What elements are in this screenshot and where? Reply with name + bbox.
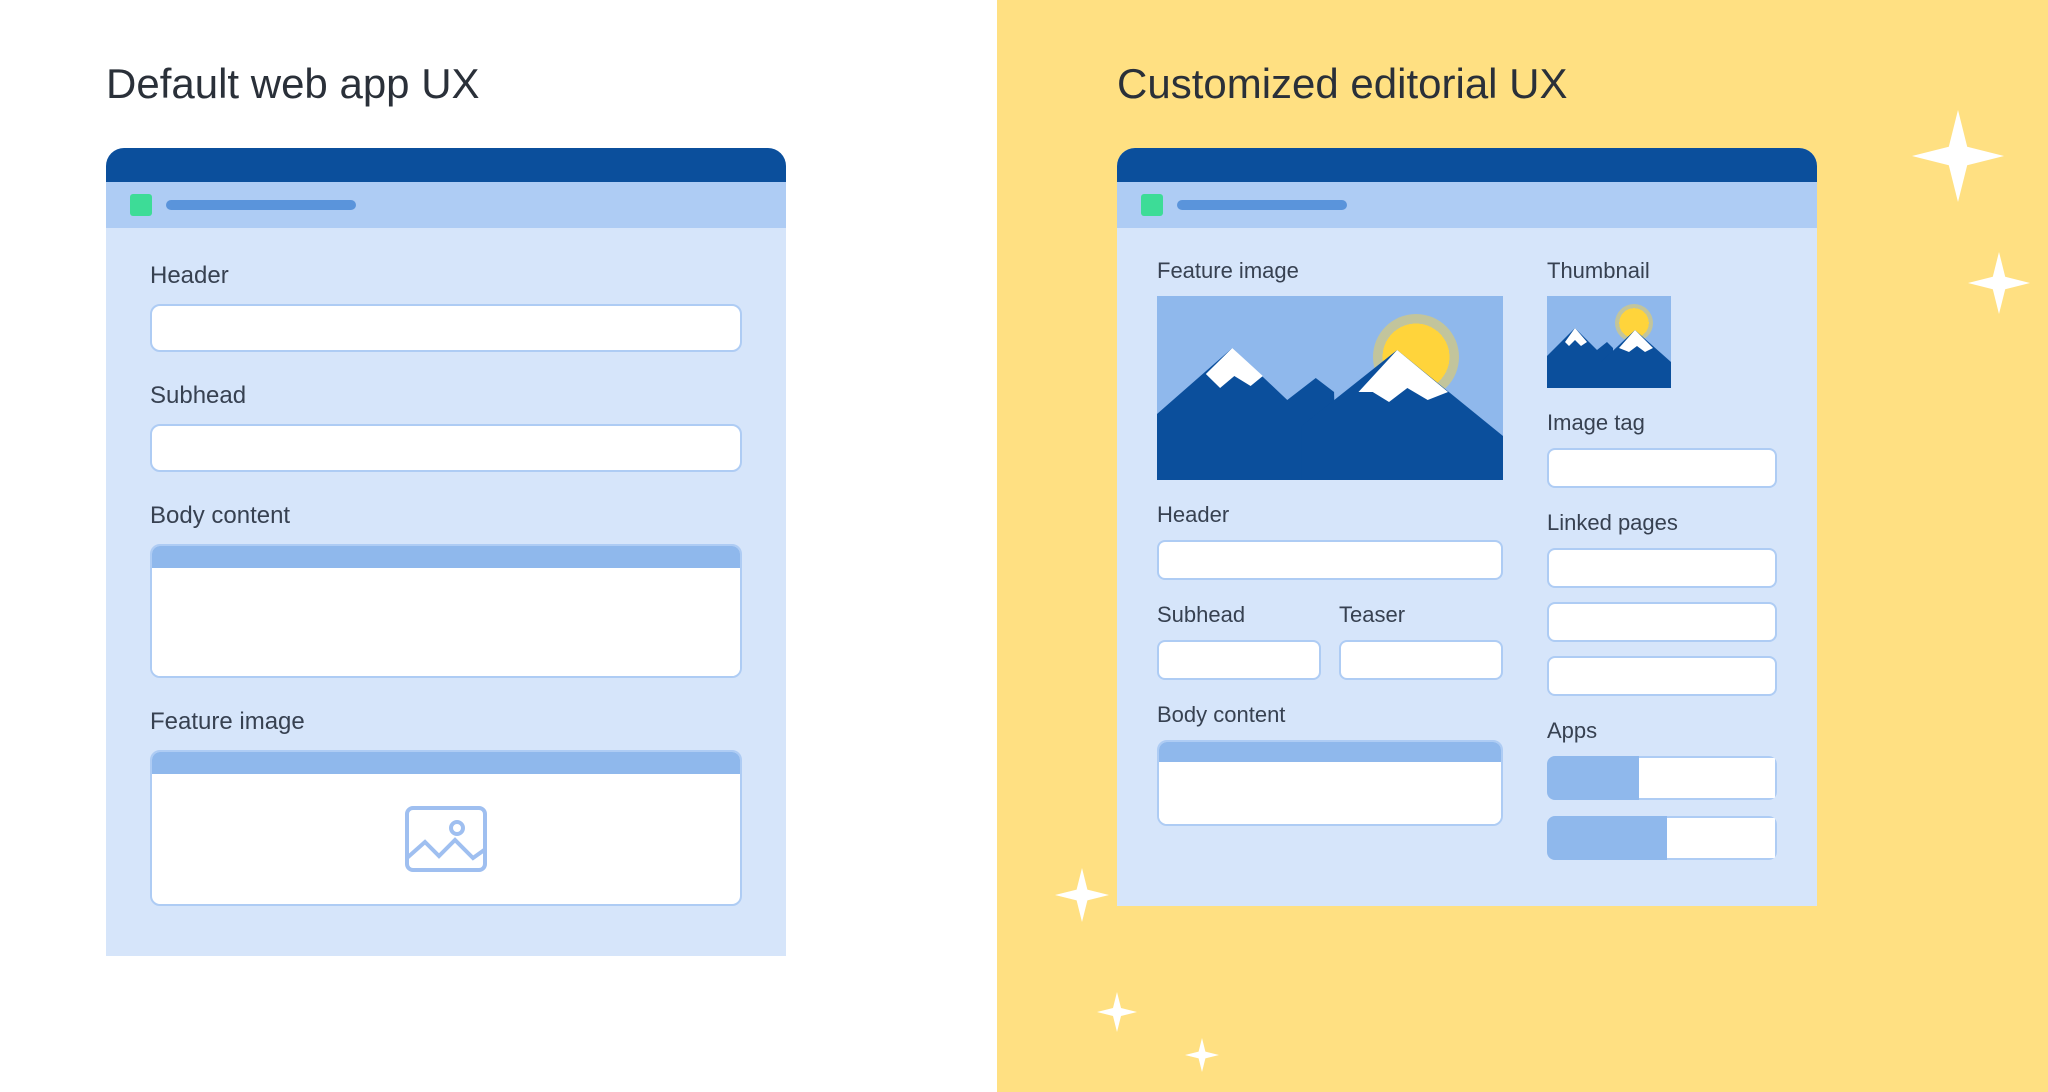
subhead-label: Subhead: [150, 382, 742, 410]
app-toggle[interactable]: [1547, 816, 1777, 860]
body-label: Body content: [150, 502, 742, 530]
image-tag-field: Image tag: [1547, 410, 1777, 488]
body-field: Body content: [1157, 702, 1503, 826]
linked-page-input[interactable]: [1547, 548, 1777, 588]
customized-window: Feature image Header: [1117, 148, 1817, 906]
window-body: Feature image Header: [1117, 228, 1817, 906]
feature-image-uploader[interactable]: [150, 750, 742, 906]
subhead-input[interactable]: [1157, 640, 1321, 680]
feature-image-field: Feature image: [1157, 258, 1503, 480]
subhead-field: Subhead: [1157, 602, 1321, 680]
body-editor[interactable]: [150, 544, 742, 678]
image-tag-label: Image tag: [1547, 410, 1777, 436]
favicon-icon: [130, 194, 152, 216]
window-body: Header Subhead Body content Feature imag…: [106, 228, 786, 956]
window-titlebar: [106, 148, 786, 182]
header-input[interactable]: [1157, 540, 1503, 580]
thumbnail-label: Thumbnail: [1547, 258, 1777, 284]
sparkle-icon: [1912, 110, 2004, 202]
teaser-field: Teaser: [1339, 602, 1503, 680]
left-panel: Default web app UX Header Subhead Body c…: [0, 0, 997, 1092]
teaser-label: Teaser: [1339, 602, 1503, 628]
linked-pages-label: Linked pages: [1547, 510, 1777, 536]
app-toggle[interactable]: [1547, 756, 1777, 800]
window-addressbar: [106, 182, 786, 228]
feature-image-label: Feature image: [150, 708, 742, 736]
thumbnail-field: Thumbnail: [1547, 258, 1777, 388]
apps-field: Apps: [1547, 718, 1777, 860]
right-title: Customized editorial UX: [1117, 60, 1928, 108]
body-field: Body content: [150, 502, 742, 678]
feature-image-label: Feature image: [1157, 258, 1503, 284]
subhead-label: Subhead: [1157, 602, 1321, 628]
default-window: Header Subhead Body content Feature imag…: [106, 148, 786, 956]
feature-image-preview[interactable]: [1157, 296, 1503, 480]
header-label: Header: [1157, 502, 1503, 528]
side-column: Thumbnail Image tag: [1547, 258, 1777, 860]
sparkle-icon: [1055, 868, 1109, 922]
header-field: Header: [150, 262, 742, 352]
subhead-field: Subhead: [150, 382, 742, 472]
subhead-teaser-row: Subhead Teaser: [1157, 602, 1503, 680]
linked-page-input[interactable]: [1547, 656, 1777, 696]
apps-label: Apps: [1547, 718, 1777, 744]
right-panel: Customized editorial UX Feature image: [997, 0, 2048, 1092]
sparkle-icon: [1968, 252, 2030, 314]
picture-icon: [405, 806, 487, 872]
linked-pages-field: Linked pages: [1547, 510, 1777, 696]
addressbar-placeholder: [1177, 200, 1347, 210]
feature-image-field: Feature image: [150, 708, 742, 906]
sparkle-icon: [1097, 992, 1137, 1032]
left-title: Default web app UX: [106, 60, 917, 108]
main-column: Feature image Header: [1157, 258, 1503, 860]
window-addressbar: [1117, 182, 1817, 228]
header-label: Header: [150, 262, 742, 290]
image-tag-input[interactable]: [1547, 448, 1777, 488]
sparkle-icon: [1185, 1038, 1219, 1072]
favicon-icon: [1141, 194, 1163, 216]
body-label: Body content: [1157, 702, 1503, 728]
header-input[interactable]: [150, 304, 742, 352]
linked-page-input[interactable]: [1547, 602, 1777, 642]
subhead-input[interactable]: [150, 424, 742, 472]
thumbnail-preview[interactable]: [1547, 296, 1671, 388]
body-editor[interactable]: [1157, 740, 1503, 826]
addressbar-placeholder: [166, 200, 356, 210]
header-field: Header: [1157, 502, 1503, 580]
window-titlebar: [1117, 148, 1817, 182]
teaser-input[interactable]: [1339, 640, 1503, 680]
